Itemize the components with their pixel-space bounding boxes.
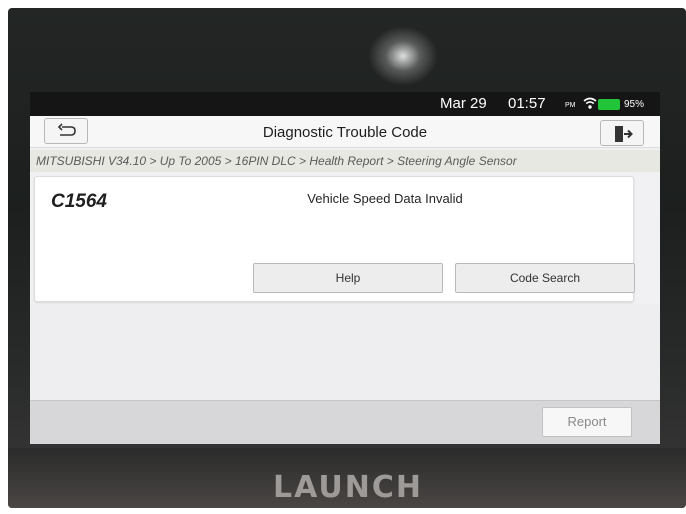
content-area [30, 304, 660, 400]
device-screen: Mar 29 01:57 PM 95% Diagnostic Trouble C… [30, 92, 660, 444]
code-search-button[interactable]: Code Search [455, 263, 635, 293]
status-date: Mar 29 [440, 95, 487, 112]
page-title: Diagnostic Trouble Code [262, 124, 428, 141]
report-button[interactable]: Report [542, 407, 632, 437]
status-bar: Mar 29 01:57 PM 95% [30, 92, 660, 116]
bottom-toolbar: Report [30, 400, 660, 444]
battery-icon [598, 99, 620, 110]
dtc-description: Vehicle Speed Data Invalid [307, 191, 463, 206]
exit-icon [615, 126, 633, 142]
wifi-icon [583, 96, 597, 115]
dtc-card: C1564 Vehicle Speed Data Invalid Help Co… [34, 176, 635, 302]
status-ampm: PM [565, 102, 576, 109]
dtc-code: C1564 [51, 191, 107, 212]
breadcrumb: MITSUBISHI V34.10 > Up To 2005 > 16PIN D… [30, 150, 660, 172]
light-glare [368, 26, 438, 86]
brand-logo: LAUNCH [272, 470, 423, 505]
back-arrow-icon [57, 123, 76, 136]
status-time: 01:57 [508, 95, 546, 112]
help-button[interactable]: Help [253, 263, 443, 293]
title-bar: Diagnostic Trouble Code [30, 116, 660, 148]
exit-button[interactable] [600, 120, 644, 146]
back-button[interactable] [44, 118, 88, 144]
battery-percent: 95% [624, 99, 645, 110]
